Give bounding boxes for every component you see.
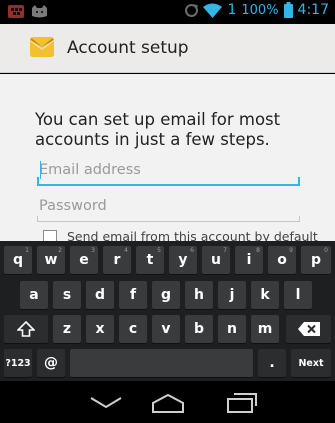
key-a[interactable]: a [20, 281, 48, 309]
key-o[interactable]: o9 [268, 246, 296, 274]
default-account-checkbox[interactable] [43, 230, 57, 241]
key-z[interactable]: z [53, 315, 81, 343]
key-c[interactable]: c [119, 315, 147, 343]
recent-apps-button[interactable] [219, 389, 265, 417]
home-button[interactable] [145, 389, 191, 417]
bbm-icon [8, 5, 24, 18]
at-key[interactable]: @ [37, 349, 65, 377]
key-v[interactable]: v [152, 315, 180, 343]
navigation-bar [0, 381, 335, 423]
key-f[interactable]: f [119, 281, 147, 309]
system-status: 1 100% 4:17 [185, 2, 329, 18]
key-m[interactable]: m [251, 315, 279, 343]
key-j[interactable]: j [218, 281, 246, 309]
key-p[interactable]: p0 [301, 246, 331, 274]
key-y[interactable]: y6 [169, 246, 197, 274]
backspace-icon [297, 322, 320, 336]
key-r[interactable]: r4 [103, 246, 131, 274]
key-k[interactable]: k [251, 281, 279, 309]
password-field[interactable] [37, 194, 300, 222]
key-b[interactable]: b [185, 315, 213, 343]
default-account-option[interactable]: Send email from this account by default [43, 229, 318, 241]
default-account-label: Send email from this account by default [67, 229, 318, 241]
battery-icon [283, 2, 293, 18]
battery-percent: 100% [241, 2, 279, 18]
key-x[interactable]: x [86, 315, 114, 343]
key-q[interactable]: q1 [4, 246, 32, 274]
shift-key[interactable] [4, 315, 48, 343]
key-e[interactable]: e3 [70, 246, 98, 274]
key-n[interactable]: n [218, 315, 246, 343]
shift-arrow-icon [17, 321, 35, 337]
notification-icons [8, 5, 48, 18]
email-input[interactable] [37, 158, 300, 182]
signal-label: 1 [227, 2, 237, 18]
intro-text: You can set up email for most accounts i… [35, 110, 281, 149]
key-d[interactable]: d [86, 281, 114, 309]
key-h[interactable]: h [185, 281, 213, 309]
period-key[interactable]: . [258, 349, 286, 377]
back-icon [90, 397, 122, 409]
email-field[interactable] [37, 158, 300, 186]
next-key[interactable]: Next [291, 349, 331, 377]
key-u[interactable]: u7 [202, 246, 230, 274]
key-t[interactable]: t5 [136, 246, 164, 274]
text-caret [40, 161, 41, 179]
cat-face-icon [32, 5, 47, 18]
space-key[interactable] [70, 349, 253, 377]
password-input[interactable] [37, 194, 300, 218]
home-icon [152, 393, 184, 413]
delete-key[interactable] [286, 315, 331, 343]
symbols-key[interactable]: ?123 [4, 349, 32, 377]
key-g[interactable]: g [152, 281, 180, 309]
key-l[interactable]: l [284, 281, 312, 309]
data-sync-icon [185, 3, 199, 17]
back-button[interactable] [83, 389, 129, 417]
key-w[interactable]: w2 [37, 246, 65, 274]
key-s[interactable]: s [53, 281, 81, 309]
key-i[interactable]: i8 [235, 246, 263, 274]
action-bar: Account setup [0, 24, 335, 73]
wifi-icon [203, 3, 223, 18]
recent-apps-icon [227, 393, 257, 413]
page-title: Account setup [67, 38, 189, 58]
account-setup-form: You can set up email for most accounts i… [0, 74, 335, 241]
clock: 4:17 [297, 2, 329, 18]
soft-keyboard: q1 w2 e3 r4 t5 y6 u7 i8 o9 p0 a s d f g … [0, 241, 335, 381]
status-bar: 1 100% 4:17 [0, 0, 335, 24]
mail-envelope-icon [30, 37, 54, 57]
